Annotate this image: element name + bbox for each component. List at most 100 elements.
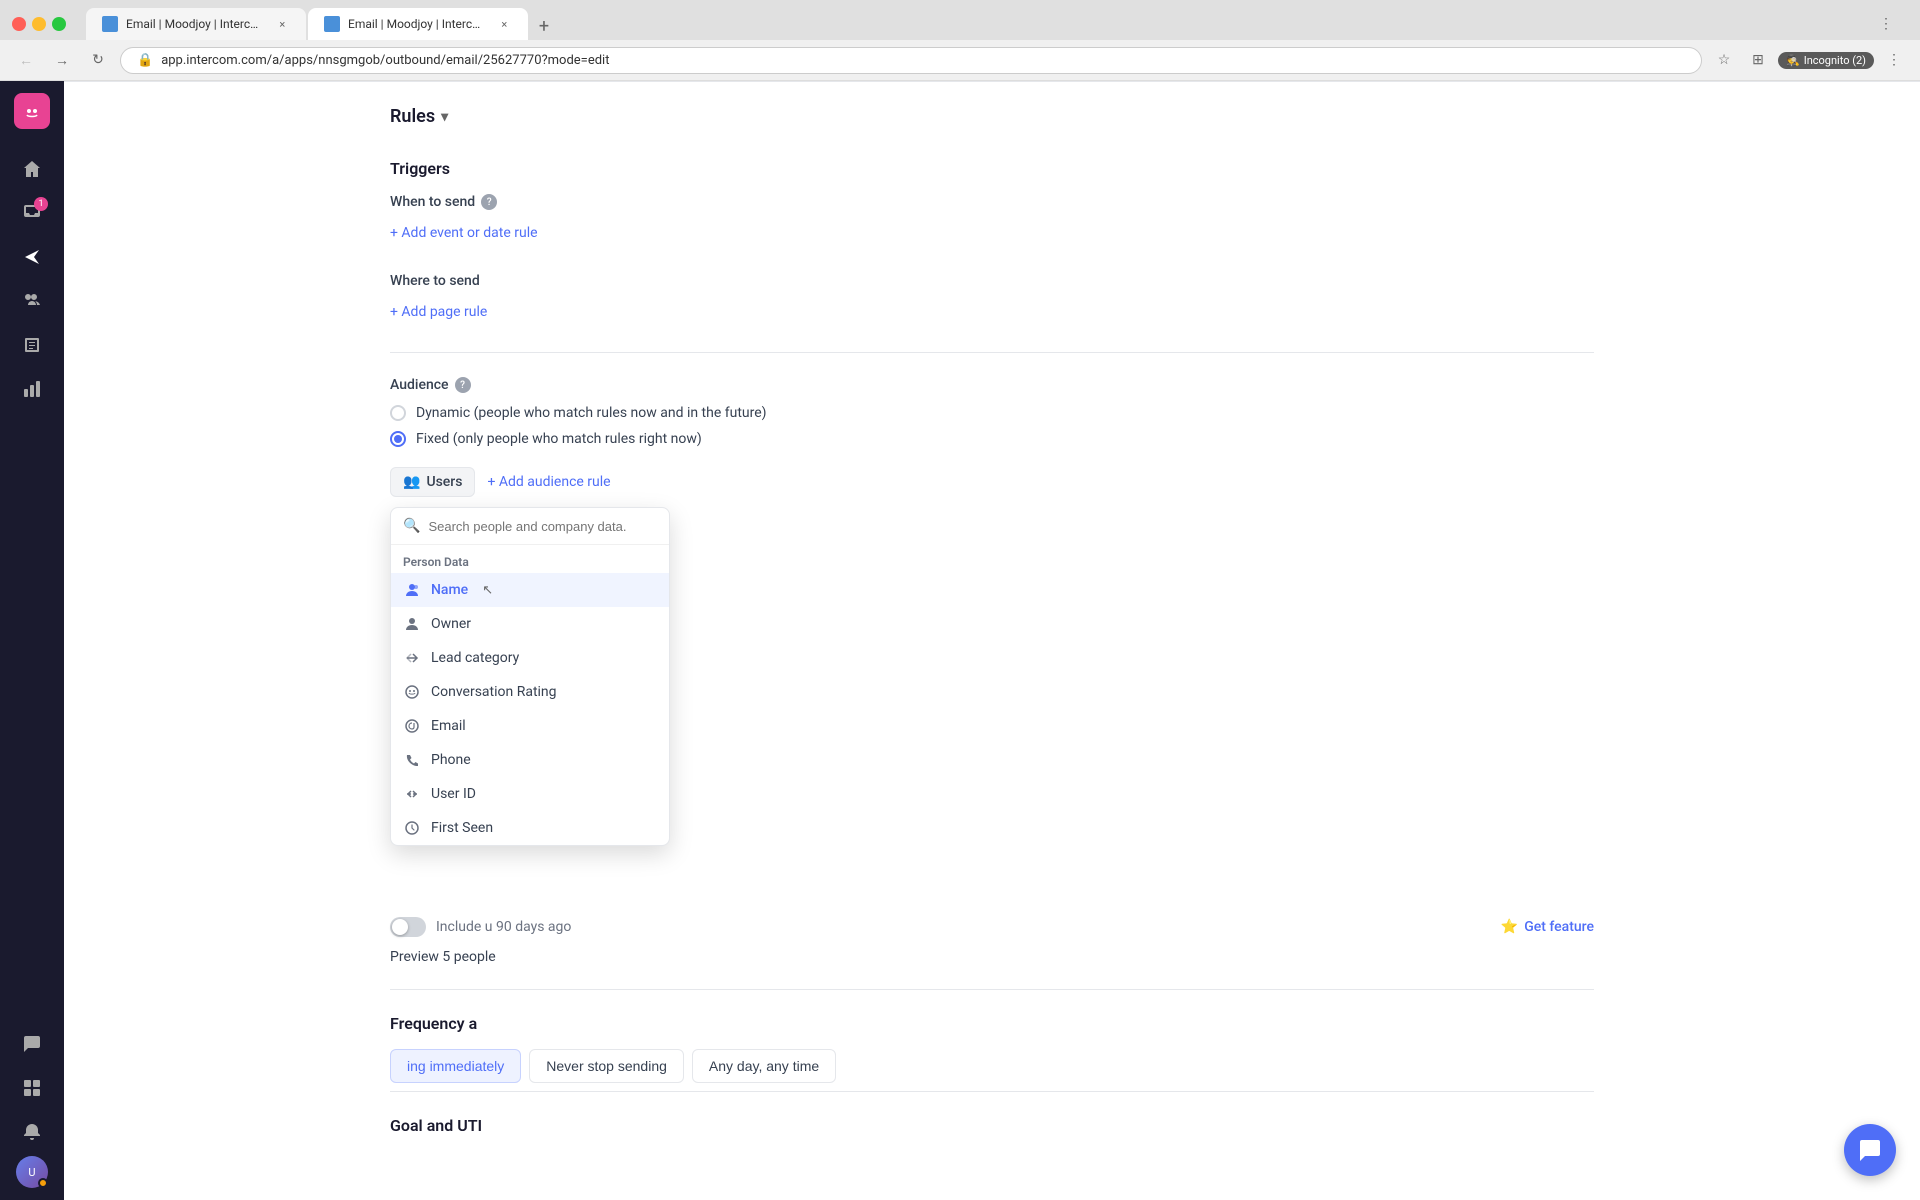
browser-toolbar: ← → ↻ 🔒 app.intercom.com/a/apps/nnsgmgob… bbox=[0, 40, 1920, 81]
browser-chrome: Email | Moodjoy | Intercom × Email | Moo… bbox=[0, 0, 1920, 81]
sidebar-item-home[interactable] bbox=[12, 149, 52, 189]
first-seen-icon bbox=[403, 819, 421, 837]
when-to-send-label: When to send ? bbox=[390, 194, 1594, 210]
bell-icon bbox=[22, 1122, 42, 1142]
dropdown-item-owner[interactable]: Owner bbox=[391, 607, 669, 641]
owner-icon bbox=[403, 615, 421, 633]
dropdown-item-name[interactable]: Name ↖ bbox=[391, 573, 669, 607]
tabs-bar: Email | Moodjoy | Intercom × Email | Moo… bbox=[86, 8, 1864, 40]
rules-header[interactable]: Rules ▾ bbox=[390, 106, 1594, 127]
preview-text: Preview 5 people bbox=[390, 949, 1594, 965]
chat-icon bbox=[22, 1034, 42, 1054]
dropdown-item-first-seen-label: First Seen bbox=[431, 820, 493, 836]
browser-toolbar-actions: ☆ ⊞ 🕵️ Incognito (2) ⋮ bbox=[1710, 46, 1908, 74]
tab-close-1[interactable]: × bbox=[275, 16, 290, 32]
dropdown-item-conversation-rating[interactable]: Conversation Rating bbox=[391, 675, 669, 709]
get-feature-button[interactable]: ⭐ Get feature bbox=[1501, 919, 1594, 935]
tab-favicon-2 bbox=[324, 16, 340, 32]
freq-btn-any-day[interactable]: Any day, any time bbox=[692, 1049, 836, 1083]
minimize-window-button[interactable] bbox=[32, 17, 46, 31]
forward-button[interactable]: → bbox=[48, 46, 76, 74]
browser-tab-2[interactable]: Email | Moodjoy | Intercom × bbox=[308, 8, 528, 40]
dynamic-radio[interactable] bbox=[390, 405, 406, 421]
frequency-label: Frequency a bbox=[390, 1014, 1594, 1033]
add-event-rule-link[interactable]: + Add event or date rule bbox=[390, 225, 538, 241]
reports-icon bbox=[22, 379, 42, 399]
sidebar-item-knowledge[interactable] bbox=[12, 325, 52, 365]
dropdown-item-owner-label: Owner bbox=[431, 616, 471, 632]
add-audience-rule-link[interactable]: + Add audience rule bbox=[487, 474, 610, 490]
traffic-lights bbox=[12, 17, 66, 31]
get-feature-label: Get feature bbox=[1524, 919, 1594, 935]
dropdown-item-lead-category[interactable]: Lead category bbox=[391, 641, 669, 675]
dropdown-item-first-seen[interactable]: First Seen bbox=[391, 811, 669, 845]
app-logo[interactable] bbox=[14, 93, 50, 129]
dropdown-item-user-id[interactable]: User ID bbox=[391, 777, 669, 811]
dropdown-item-phone[interactable]: Phone bbox=[391, 743, 669, 777]
new-tab-button[interactable]: + bbox=[530, 12, 558, 40]
sidebar-item-inbox[interactable]: 1 bbox=[12, 193, 52, 233]
goal-label: Goal and UTI bbox=[390, 1116, 1594, 1135]
main-content: Rules ▾ Triggers When to send ? + Add ev… bbox=[64, 81, 1920, 1200]
sidebar-item-conversations[interactable] bbox=[12, 1024, 52, 1064]
dynamic-option[interactable]: Dynamic (people who match rules now and … bbox=[390, 405, 1594, 421]
sidebar-item-notifications[interactable] bbox=[12, 1112, 52, 1152]
freq-btn-never-stop[interactable]: Never stop sending bbox=[529, 1049, 684, 1083]
tab-switcher-button[interactable]: ⊞ bbox=[1744, 46, 1772, 74]
avatar-status-dot bbox=[38, 1178, 48, 1188]
dropdown-item-user-id-label: User ID bbox=[431, 786, 476, 802]
sidebar-item-outbound[interactable] bbox=[12, 237, 52, 277]
fixed-radio[interactable] bbox=[390, 431, 406, 447]
dropdown-item-email-label: Email bbox=[431, 718, 466, 734]
goal-section: Goal and UTI bbox=[390, 1091, 1594, 1135]
dropdown-item-name-label: Name bbox=[431, 582, 468, 598]
dropdown-item-lead-category-label: Lead category bbox=[431, 650, 519, 666]
app-layout: 1 bbox=[0, 81, 1920, 1200]
dropdown-item-email[interactable]: Email bbox=[391, 709, 669, 743]
triggers-section: Triggers When to send ? + Add event or d… bbox=[390, 159, 1594, 241]
tab-close-2[interactable]: × bbox=[497, 16, 512, 32]
tab-favicon-1 bbox=[102, 16, 118, 32]
bookmark-button[interactable]: ☆ bbox=[1710, 46, 1738, 74]
conversation-rating-icon bbox=[403, 683, 421, 701]
address-bar[interactable]: 🔒 app.intercom.com/a/apps/nnsgmgob/outbo… bbox=[120, 47, 1702, 74]
reload-button[interactable]: ↻ bbox=[84, 46, 112, 74]
include-toggle[interactable] bbox=[390, 917, 426, 937]
incognito-badge[interactable]: 🕵️ Incognito (2) bbox=[1778, 52, 1874, 69]
users-bar-container: 👥 Users + Add audience rule 🔍 bbox=[390, 467, 611, 497]
close-window-button[interactable] bbox=[12, 17, 26, 31]
sidebar-item-users[interactable] bbox=[12, 281, 52, 321]
rules-chevron-icon: ▾ bbox=[441, 109, 448, 125]
browser-tab-1[interactable]: Email | Moodjoy | Intercom × bbox=[86, 8, 306, 40]
audience-radio-group: Dynamic (people who match rules now and … bbox=[390, 405, 1594, 447]
avatar-initials: U bbox=[28, 1166, 35, 1179]
freq-btn-immediately[interactable]: ing immediately bbox=[390, 1049, 521, 1083]
audience-help-icon[interactable]: ? bbox=[455, 377, 471, 393]
triggers-title: Triggers bbox=[390, 159, 1594, 178]
add-page-rule-link[interactable]: + Add page rule bbox=[390, 304, 487, 320]
dropdown-search-input[interactable] bbox=[428, 519, 657, 534]
include-suffix: 90 days ago bbox=[496, 919, 571, 935]
user-avatar[interactable]: U bbox=[16, 1156, 48, 1188]
tab-title-2: Email | Moodjoy | Intercom bbox=[348, 17, 485, 31]
chrome-menu-button[interactable]: ⋮ bbox=[1880, 46, 1908, 74]
maximize-window-button[interactable] bbox=[52, 17, 66, 31]
browser-menu-button[interactable]: ⋮ bbox=[1872, 10, 1900, 38]
users-chip[interactable]: 👥 Users bbox=[390, 467, 475, 497]
incognito-icon: 🕵️ bbox=[1786, 54, 1800, 67]
audience-label: Audience ? bbox=[390, 377, 1594, 393]
fixed-option[interactable]: Fixed (only people who match rules right… bbox=[390, 431, 1594, 447]
sidebar-item-apps[interactable] bbox=[12, 1068, 52, 1108]
frequency-section: Frequency a ing immediately Never stop s… bbox=[390, 989, 1594, 1083]
cursor-indicator: ↖ bbox=[482, 583, 493, 598]
browser-titlebar: Email | Moodjoy | Intercom × Email | Moo… bbox=[0, 0, 1920, 40]
content-wrapper: Rules ▾ Triggers When to send ? + Add ev… bbox=[342, 82, 1642, 1175]
chat-widget-button[interactable] bbox=[1844, 1124, 1896, 1176]
sidebar-item-reports[interactable] bbox=[12, 369, 52, 409]
include-row: Include u 90 days ago ⭐ Get feature bbox=[390, 917, 1594, 937]
address-text: app.intercom.com/a/apps/nnsgmgob/outboun… bbox=[161, 53, 1685, 68]
users-bar: 👥 Users + Add audience rule bbox=[390, 467, 611, 497]
logo-icon bbox=[22, 101, 42, 121]
back-button[interactable]: ← bbox=[12, 46, 40, 74]
when-to-send-help-icon[interactable]: ? bbox=[481, 194, 497, 210]
